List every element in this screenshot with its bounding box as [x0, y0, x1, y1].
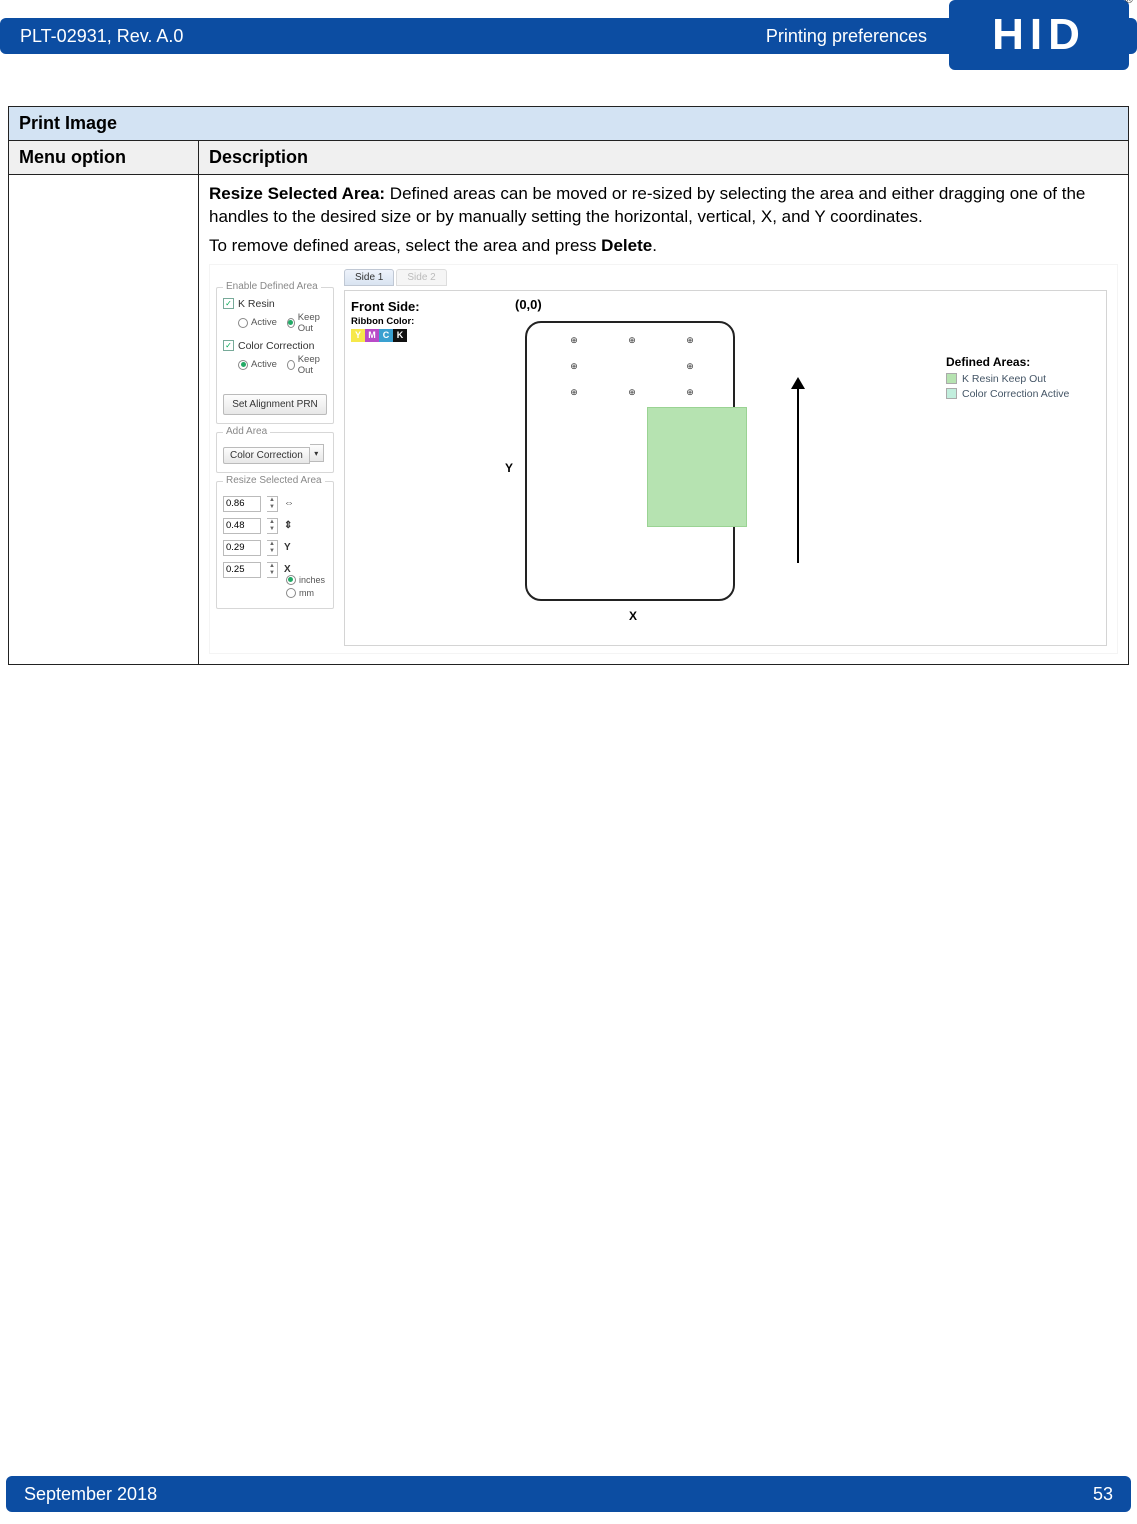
hid-logo: HID ®	[949, 0, 1129, 70]
arrow-line	[797, 383, 799, 563]
tab-side-1[interactable]: Side 1	[344, 269, 394, 286]
handle-icon[interactable]: ⊕	[685, 361, 695, 371]
x-axis-label: X	[629, 609, 637, 623]
resize-x-input[interactable]	[223, 562, 261, 578]
group-enable-defined-area: Enable Defined Area	[223, 281, 321, 292]
radio-cc-active[interactable]	[238, 360, 248, 370]
handle-icon[interactable]: ⊕	[569, 335, 579, 345]
front-side-label: Front Side:	[351, 299, 1100, 314]
y-axis-label: Y	[505, 461, 513, 475]
col-description: Description	[199, 141, 1129, 175]
col-menu-option: Menu option	[9, 141, 199, 175]
handle-icon[interactable]: ⊕	[627, 387, 637, 397]
screenshot-print-image-panel: Enable Defined Area ✓K Resin Active Keep…	[209, 264, 1118, 654]
remove-description: To remove defined areas, select the area…	[209, 235, 1118, 258]
group-add-area: Add Area	[223, 426, 270, 437]
x-icon: X	[284, 564, 298, 575]
dropdown-arrow-icon[interactable]: ▾	[310, 444, 324, 462]
tab-side-2[interactable]: Side 2	[396, 269, 446, 286]
radio-mm[interactable]	[286, 588, 296, 598]
handle-icon[interactable]: ⊕	[627, 335, 637, 345]
legend-color-correction-active: Color Correction Active	[946, 388, 1096, 400]
height-icon: ⇕	[284, 520, 298, 531]
resize-description: Resize Selected Area: Defined areas can …	[209, 183, 1118, 229]
handle-icon[interactable]: ⊕	[569, 361, 579, 371]
handle-icon[interactable]: ⊕	[569, 387, 579, 397]
resize-y-input[interactable]	[223, 540, 261, 556]
resize-height-input[interactable]	[223, 518, 261, 534]
width-icon: ⇔	[284, 498, 298, 509]
set-alignment-prn-button[interactable]: Set Alignment PRN	[223, 394, 327, 415]
footer-page: 53	[1093, 1484, 1113, 1505]
card-preview[interactable]: ⊕ ⊕ ⊕ ⊕ ⊕ ⊕ ⊕ ⊕	[525, 321, 735, 601]
radio-kresin-keepout[interactable]	[287, 318, 295, 328]
checkbox-k-resin[interactable]: ✓K Resin	[223, 298, 327, 310]
doc-id: PLT-02931, Rev. A.0	[20, 26, 183, 47]
defined-area-box[interactable]	[647, 407, 747, 527]
radio-kresin-active[interactable]	[238, 318, 248, 328]
radio-cc-keepout[interactable]	[287, 360, 295, 370]
resize-width-input[interactable]	[223, 496, 261, 512]
legend-kresin-keepout: K Resin Keep Out	[946, 373, 1096, 385]
group-resize-selected-area: Resize Selected Area	[223, 475, 325, 486]
origin-label: (0,0)	[515, 297, 542, 312]
radio-inches[interactable]	[286, 575, 296, 585]
y-icon: Y	[284, 542, 298, 553]
defined-areas-title: Defined Areas:	[946, 355, 1096, 369]
registered-mark: ®	[1125, 0, 1133, 6]
add-area-dropdown[interactable]: Color Correction	[223, 447, 310, 464]
handle-icon[interactable]: ⊕	[685, 387, 695, 397]
footer-date: September 2018	[24, 1484, 157, 1505]
menu-option-cell	[9, 175, 199, 665]
checkbox-color-correction[interactable]: ✓Color Correction	[223, 340, 327, 352]
table-title: Print Image	[9, 107, 1129, 141]
handle-icon[interactable]: ⊕	[685, 335, 695, 345]
section-title: Printing preferences	[766, 26, 927, 47]
